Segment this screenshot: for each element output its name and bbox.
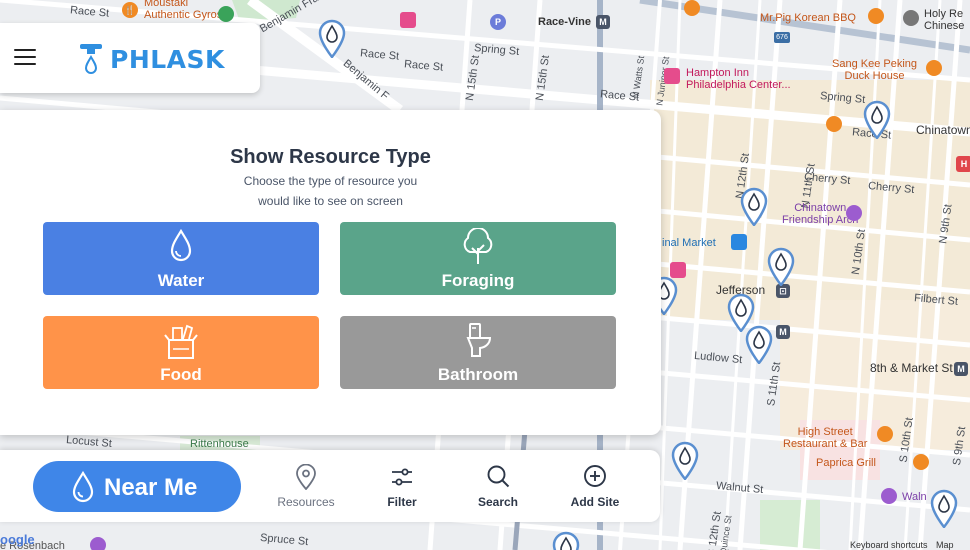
- poi-hampton[interactable]: Hampton Inn Philadelphia Center...: [686, 67, 791, 91]
- poi-paprica[interactable]: Paprica Grill: [816, 457, 876, 469]
- park-icon: [218, 6, 234, 22]
- google-logo: oogle: [0, 532, 35, 547]
- resource-type-modal: Show Resource Type Choose the type of re…: [0, 110, 661, 435]
- restaurant-icon[interactable]: [926, 60, 942, 76]
- train-station-icon[interactable]: ⊡: [776, 284, 790, 298]
- modal-title: Show Resource Type: [230, 146, 431, 168]
- water-pin-icon[interactable]: [317, 18, 347, 58]
- water-pin-icon[interactable]: [744, 324, 774, 364]
- restaurant-icon[interactable]: [826, 116, 842, 132]
- landmark-icon[interactable]: [846, 205, 862, 221]
- near-me-label: Near Me: [104, 474, 198, 501]
- water-pin-icon[interactable]: [766, 246, 796, 286]
- filter-label: Filter: [387, 495, 417, 509]
- keyboard-shortcuts-link[interactable]: Keyboard shortcuts: [850, 540, 928, 550]
- logo-text: PHLASK: [110, 44, 225, 74]
- filter-button[interactable]: Filter: [362, 464, 442, 512]
- route-shield: 676: [774, 32, 790, 43]
- faucet-icon: [80, 44, 102, 74]
- modal-subtitle: would like to see on screen: [258, 194, 403, 208]
- shopping-icon[interactable]: [881, 488, 897, 504]
- water-drop-icon: [72, 471, 94, 503]
- food-button-label: Food: [160, 365, 202, 384]
- poi-moustaki[interactable]: Moustaki Authentic Gyros: [144, 0, 222, 21]
- bathroom-button-label: Bathroom: [437, 365, 519, 384]
- toilet-icon: [466, 323, 492, 357]
- market-icon[interactable]: [731, 234, 747, 250]
- tree-icon: [463, 228, 493, 264]
- street-label: Race-Vine: [538, 16, 591, 28]
- water-button[interactable]: Water: [43, 222, 319, 295]
- sliders-icon: [392, 468, 412, 486]
- bottom-toolbar: Near Me Resources Filter Search Add Site: [0, 450, 660, 522]
- water-pin-icon[interactable]: [551, 530, 581, 550]
- poi-8th-market[interactable]: 8th & Market St: [870, 362, 953, 374]
- add-site-button[interactable]: Add Site: [555, 464, 635, 512]
- search-button[interactable]: Search: [458, 464, 538, 512]
- poi-holyredeemer[interactable]: Holy Re Chinese: [924, 8, 964, 32]
- location-pin-icon: [296, 464, 316, 490]
- poi-rittenhouse[interactable]: Rittenhouse: [190, 438, 249, 450]
- menu-icon[interactable]: [14, 49, 36, 67]
- resources-button[interactable]: Resources: [266, 464, 346, 512]
- hospital-icon[interactable]: H: [956, 156, 970, 172]
- hotel-icon[interactable]: [400, 12, 416, 28]
- restaurant-icon[interactable]: [868, 8, 884, 24]
- water-pin-icon[interactable]: [739, 186, 769, 226]
- water-pin-icon[interactable]: [929, 488, 959, 528]
- modal-subtitle: Choose the type of resource you: [243, 174, 418, 188]
- app-logo[interactable]: PHLASK: [78, 41, 225, 77]
- water-drop-icon: [170, 228, 192, 262]
- bathroom-button[interactable]: Bathroom: [340, 316, 616, 389]
- church-icon[interactable]: [903, 10, 919, 26]
- poi-highstreet[interactable]: High Street Restaurant & Bar: [783, 426, 867, 450]
- map-data-link[interactable]: Map data: [936, 540, 970, 550]
- foraging-button[interactable]: Foraging: [340, 222, 616, 295]
- app-header: PHLASK: [0, 23, 260, 93]
- restaurant-icon[interactable]: [913, 454, 929, 470]
- subway-station-icon[interactable]: M: [954, 362, 968, 376]
- water-pin-icon[interactable]: [862, 99, 892, 139]
- poi-walnut[interactable]: Waln: [902, 491, 927, 503]
- restaurant-icon[interactable]: 🍴: [122, 2, 138, 18]
- near-me-button[interactable]: Near Me: [33, 461, 241, 512]
- poi-terminal-market[interactable]: inal Market: [662, 237, 716, 249]
- restaurant-icon[interactable]: [684, 0, 700, 16]
- parking-icon[interactable]: P: [490, 14, 506, 30]
- resources-label: Resources: [277, 495, 335, 509]
- subway-station-icon[interactable]: M: [596, 15, 610, 29]
- search-label: Search: [477, 495, 519, 509]
- plus-circle-icon: [584, 465, 606, 487]
- food-box-icon: [164, 324, 198, 359]
- poi-mrpig[interactable]: Mr.Pig Korean BBQ: [760, 12, 856, 24]
- water-button-label: Water: [157, 271, 205, 290]
- restaurant-icon[interactable]: [877, 426, 893, 442]
- poi-chinatown[interactable]: Chinatown: [916, 124, 970, 136]
- hotel-icon[interactable]: [664, 68, 680, 84]
- subway-station-icon[interactable]: M: [776, 325, 790, 339]
- search-icon: [487, 465, 510, 488]
- food-button[interactable]: Food: [43, 316, 319, 389]
- museum-icon[interactable]: [90, 537, 106, 550]
- poi-sangkee[interactable]: Sang Kee Peking Duck House: [832, 58, 917, 82]
- foraging-button-label: Foraging: [441, 271, 515, 290]
- add-site-label: Add Site: [570, 495, 620, 509]
- water-pin-icon[interactable]: [670, 440, 700, 480]
